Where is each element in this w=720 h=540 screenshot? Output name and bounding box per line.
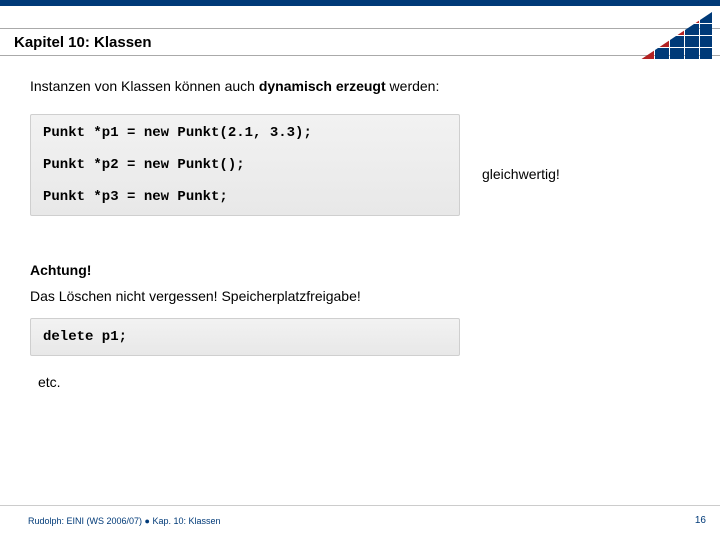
code-block-1: Punkt *p1 = new Punkt(2.1, 3.3); Punkt *… bbox=[30, 114, 460, 216]
footer-divider bbox=[0, 505, 720, 506]
etc-label: etc. bbox=[38, 374, 690, 390]
warning-text: Das Löschen nicht vergessen! Speicherpla… bbox=[30, 288, 690, 304]
code-block-2: delete p1; bbox=[30, 318, 460, 356]
chapter-title: Kapitel 10: Klassen bbox=[14, 34, 152, 51]
intro-prefix: Instanzen von Klassen können auch bbox=[30, 78, 259, 94]
intro-text: Instanzen von Klassen können auch dynami… bbox=[30, 78, 690, 94]
footer-text: Rudolph: EINI (WS 2006/07) ● Kap. 10: Kl… bbox=[28, 516, 221, 526]
page-number: 16 bbox=[695, 515, 706, 526]
equivalence-label: gleichwertig! bbox=[482, 166, 560, 182]
header-stripe bbox=[0, 0, 720, 6]
logo-icon bbox=[640, 12, 712, 60]
code-row: Punkt *p1 = new Punkt(2.1, 3.3); Punkt *… bbox=[30, 114, 690, 234]
warning-heading: Achtung! bbox=[30, 262, 690, 278]
intro-bold: dynamisch erzeugt bbox=[259, 78, 386, 94]
brand-logo bbox=[640, 12, 712, 60]
intro-suffix: werden: bbox=[386, 78, 440, 94]
slide-content: Instanzen von Klassen können auch dynami… bbox=[30, 78, 690, 390]
chapter-bar: Kapitel 10: Klassen bbox=[0, 28, 720, 56]
